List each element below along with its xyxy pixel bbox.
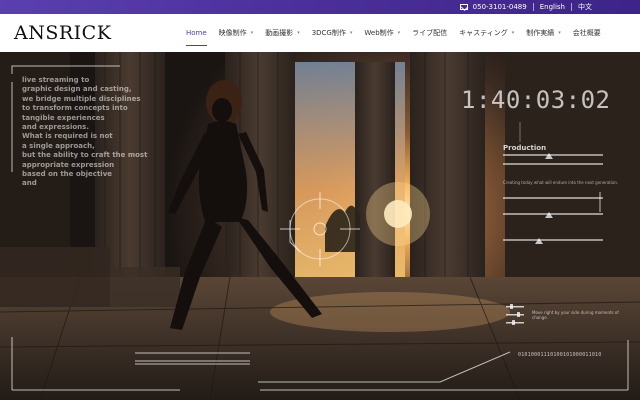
phone-number: 050-3101-0489 (472, 3, 527, 11)
nav-label: キャスティング (459, 29, 508, 37)
hero-intro-text: live streaming to graphic design and cas… (22, 76, 172, 189)
hero-text-line: tangible experiences (22, 113, 105, 122)
site-logo[interactable]: ANSRICK (14, 22, 111, 44)
hero-text-line: to transform concepts into (22, 104, 128, 113)
hero-text-line: and (22, 179, 37, 188)
nav-label: 制作実績 (526, 29, 555, 37)
hud-move-desc: Move right by your side during moments o… (532, 310, 619, 320)
chevron-down-icon: ▾ (558, 30, 561, 36)
nav-item-web[interactable]: Web制作 ▾ (364, 14, 400, 52)
hero-text-line: What is required is not (22, 132, 113, 141)
nav-label: Home (186, 29, 207, 37)
hud-production-desc: Creating today what will endure into the… (503, 180, 619, 185)
hero-text-line: graphic design and casting, (22, 85, 132, 94)
phone-contact[interactable]: 050-3101-0489 (454, 0, 533, 14)
nav-label: 会社概要 (572, 29, 601, 37)
chevron-down-icon: ▾ (297, 30, 300, 36)
nav-item-video-production[interactable]: 映像制作 ▾ (219, 14, 254, 52)
site-header: ANSRICK Home 映像制作 ▾ 動画撮影 ▾ 3DCG制作 ▾ Web制作 ▾ … (0, 14, 640, 52)
hero-text-line: and expressions. (22, 123, 89, 132)
hero-text-line: we bridge multiple disciplines (22, 94, 141, 103)
nav-label: 映像制作 (218, 29, 247, 37)
nav-item-live-streaming[interactable]: ライブ配信 (412, 14, 447, 52)
nav-label: ライブ配信 (412, 29, 448, 37)
top-utility-bar: 050-3101-0489 English 中文 (0, 0, 640, 14)
hero-section: live streaming to graphic design and cas… (0, 52, 640, 400)
chevron-down-icon: ▾ (397, 30, 401, 36)
hero-text-line: live streaming to (22, 76, 90, 84)
nav-label: 3DCG制作 (311, 29, 346, 37)
mail-icon (459, 4, 468, 10)
nav-item-video-shooting[interactable]: 動画撮影 ▾ (265, 14, 300, 52)
nav-item-casting[interactable]: キャスティング ▾ (459, 14, 514, 52)
chevron-down-icon: ▾ (349, 30, 353, 36)
nav-item-3dcg[interactable]: 3DCG制作 ▾ (312, 14, 353, 52)
hero-text-line: appropriate expression (22, 160, 115, 169)
main-nav: Home 映像制作 ▾ 動画撮影 ▾ 3DCG制作 ▾ Web制作 ▾ ライブ配信 キャ… (186, 14, 601, 52)
hero-text-line: a single approach, (22, 141, 95, 150)
nav-item-works[interactable]: 制作実績 ▾ (526, 14, 561, 52)
chevron-down-icon: ▾ (250, 30, 254, 36)
nav-item-home[interactable]: Home (186, 14, 207, 52)
nav-label: 動画撮影 (265, 29, 294, 37)
hero-text-line: based on the objective (22, 170, 113, 179)
nav-label: Web制作 (364, 29, 394, 37)
lang-chinese-link[interactable]: 中文 (572, 0, 598, 14)
hud-production-label: Production (503, 144, 547, 152)
hud-timecode: 1:40:03:02 (461, 86, 611, 114)
lang-english-link[interactable]: English (534, 0, 571, 14)
hud-binary-code: 01010001110100101000011010 (518, 352, 602, 358)
nav-item-company[interactable]: 会社概要 (573, 14, 601, 52)
chevron-down-icon: ▾ (511, 30, 515, 36)
hero-text-line: but the ability to craft the most (22, 151, 148, 160)
